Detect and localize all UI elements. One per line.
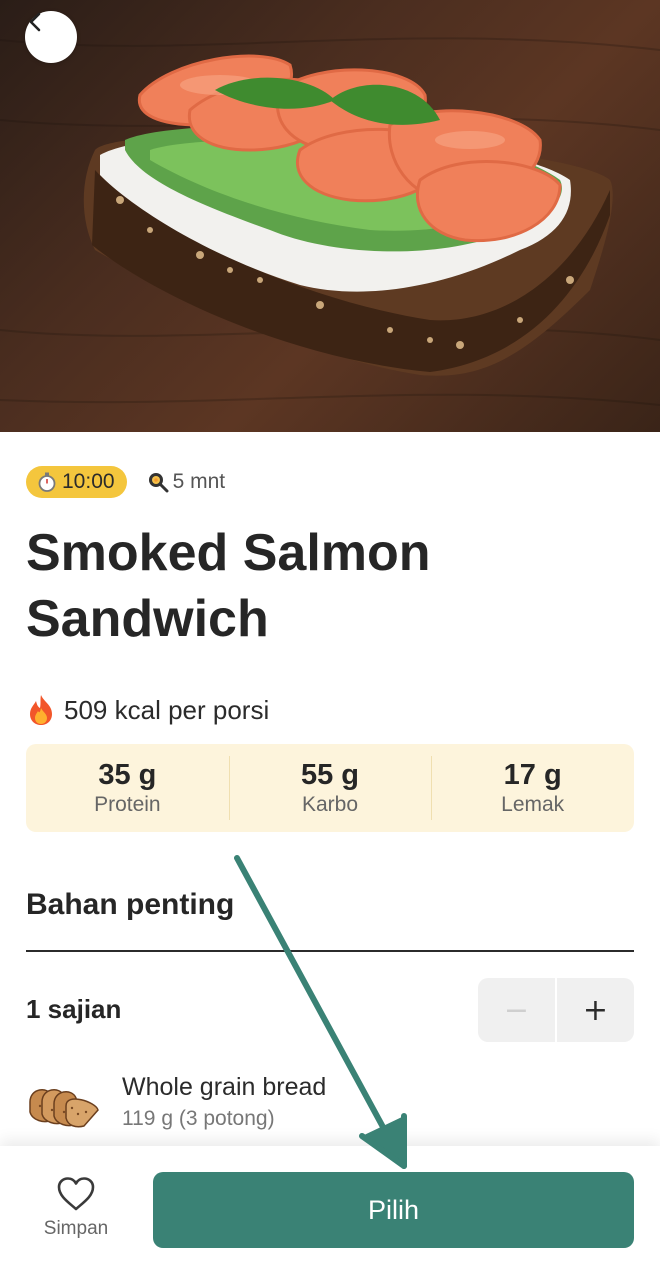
ingredient-quantity: 119 g (3 potong) (122, 1107, 275, 1130)
save-label: Simpan (43, 1218, 109, 1239)
macro-value: 17 g (503, 759, 562, 791)
choose-button[interactable]: Pilih (153, 1172, 634, 1248)
macro-protein: 35 g Protein (26, 744, 229, 832)
back-button[interactable] (25, 11, 77, 63)
section-divider (26, 950, 634, 952)
recipe-hero-image (0, 0, 660, 432)
macro-summary: 35 g Protein 55 g Karbo 17 g Lemak (26, 744, 634, 832)
calorie-text: 509 kcal per porsi (64, 694, 270, 725)
recipe-meta-row: 10:00 5 mnt (26, 466, 225, 498)
ingredient-name: Whole grain bread (122, 1073, 327, 1101)
servings-stepper: − + (478, 978, 634, 1042)
save-button[interactable]: Simpan (30, 1176, 122, 1246)
timer-badge: 10:00 (26, 466, 127, 498)
ingredient-text: Whole grain bread 119 g (3 potong) (122, 1070, 326, 1134)
bread-slices-icon (29, 1089, 99, 1128)
sandwich-illustration (0, 37, 660, 406)
prep-time: 5 mnt (147, 470, 226, 494)
chevron-left-icon (29, 12, 41, 32)
macro-fat: 17 g Lemak (431, 744, 634, 832)
fire-icon (30, 695, 52, 725)
increase-servings-button[interactable]: + (557, 978, 634, 1042)
macro-value: 55 g (300, 759, 360, 791)
macro-label: Lemak (501, 793, 565, 816)
macro-carbs: 55 g Karbo (228, 744, 432, 832)
calorie-info: 509 kcal per porsi (26, 694, 269, 726)
bottom-action-bar: Simpan Pilih (0, 1146, 660, 1280)
macro-label: Karbo (301, 793, 359, 816)
frying-pan-icon (148, 473, 169, 493)
ingredients-heading: Bahan penting (26, 888, 235, 921)
recipe-title: Smoked Salmon Sandwich (26, 524, 431, 648)
ingredient-item[interactable]: Whole grain bread 119 g (3 potong) (26, 1060, 634, 1144)
timer-value: 10:00 (62, 470, 115, 493)
stopwatch-icon (38, 472, 56, 492)
heart-icon (57, 1177, 95, 1211)
prep-time-value: 5 mnt (172, 470, 226, 493)
servings-label: 1 sajian (26, 994, 122, 1024)
macro-label: Protein (94, 793, 161, 816)
decrease-servings-button[interactable]: − (478, 978, 557, 1042)
macro-value: 35 g (98, 759, 157, 791)
